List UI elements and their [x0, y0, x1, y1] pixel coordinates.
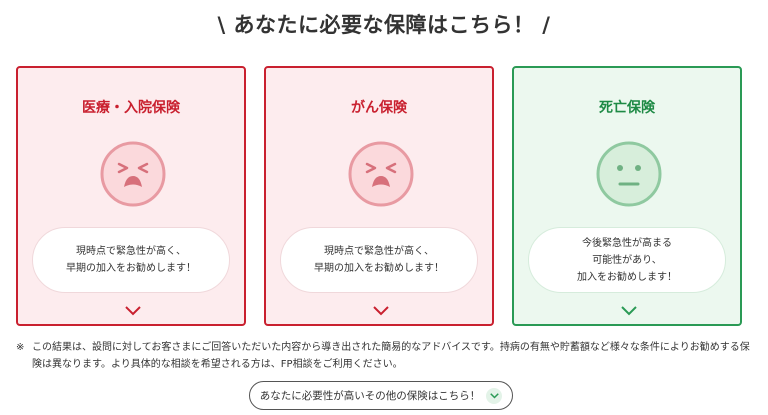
- card-cancer-insurance[interactable]: がん保険 現時点で緊急性が高く、 早期の加入をお勧めします！: [264, 66, 494, 326]
- page-heading: \ あなたに必要な保障はこちら！ /: [217, 13, 551, 37]
- other-insurance-button-label: あなたに必要性が高いその他の保険はこちら！: [259, 390, 481, 402]
- disclaimer-note: ※ この結果は、設問に対してお客さまにご回答いただいた内容から導き出された簡易的…: [16, 339, 756, 373]
- chevron-down-icon[interactable]: [125, 306, 141, 316]
- note-text: この結果は、設問に対してお客さまにご回答いただいた内容から導き出された簡易的なア…: [32, 342, 750, 370]
- card-title: がん保険: [351, 100, 407, 116]
- message-bubble: 今後緊急性が高まる 可能性があり、 加入をお勧めします！: [528, 227, 726, 293]
- chevron-down-icon[interactable]: [373, 306, 389, 316]
- neutral-face-icon: [596, 141, 662, 207]
- card-title: 医療・入院保険: [82, 100, 180, 116]
- worried-face-icon: [348, 141, 414, 207]
- note-mark: ※: [16, 342, 25, 353]
- card-medical-insurance[interactable]: 医療・入院保険 現時点で緊急性が高く、 早期の加入をお勧めします！: [16, 66, 246, 326]
- other-insurance-button[interactable]: あなたに必要性が高いその他の保険はこちら！: [249, 381, 513, 410]
- chevron-down-icon[interactable]: [621, 306, 637, 316]
- chevron-down-icon: [486, 387, 503, 404]
- card-title: 死亡保険: [599, 100, 655, 116]
- message-bubble: 現時点で緊急性が高く、 早期の加入をお勧めします！: [280, 227, 478, 293]
- worried-face-icon: [100, 141, 166, 207]
- card-life-insurance[interactable]: 死亡保険 今後緊急性が高まる 可能性があり、 加入をお勧めします！: [512, 66, 742, 326]
- message-bubble: 現時点で緊急性が高く、 早期の加入をお勧めします！: [32, 227, 230, 293]
